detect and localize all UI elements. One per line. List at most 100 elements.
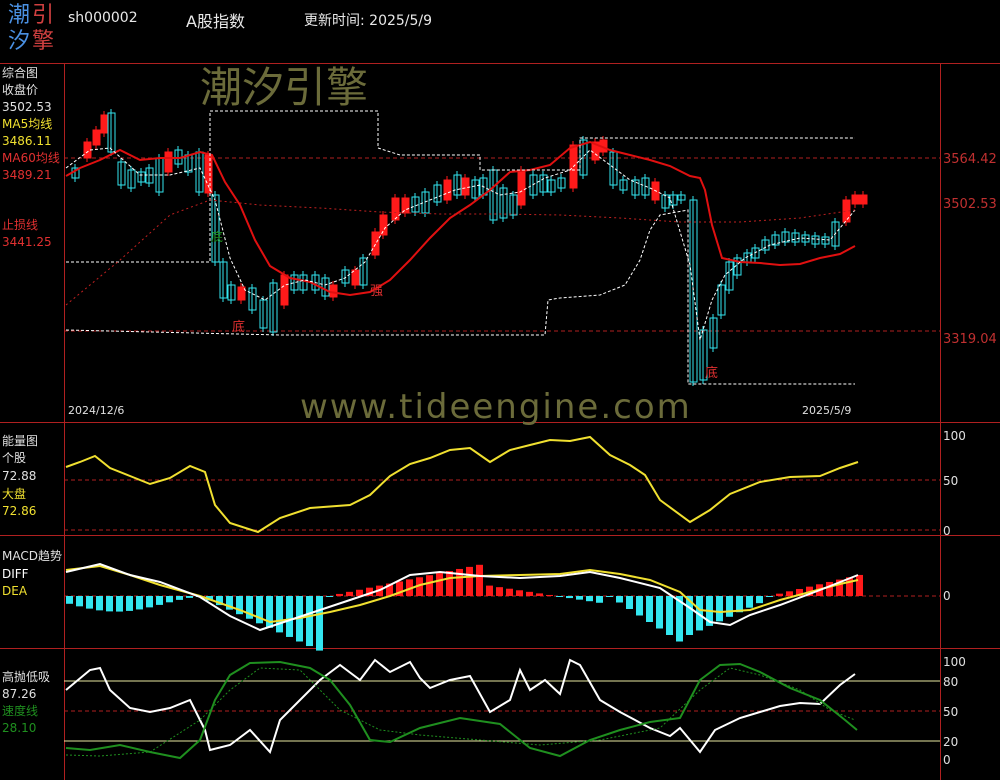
stock-energy-label: 个股: [2, 451, 27, 465]
macd-bar: [486, 585, 493, 596]
ma5-value: 3486.11: [2, 134, 52, 148]
energy-axis-0: 0: [943, 524, 951, 538]
stock-energy-value: 72.88: [2, 469, 37, 483]
macd-bar: [526, 591, 533, 596]
macd-bar: [466, 566, 473, 596]
macd-bar: [176, 596, 183, 600]
energy-chart: [65, 435, 859, 534]
candle: [859, 194, 868, 205]
macd-bar: [286, 596, 293, 637]
macd-bar: [136, 596, 143, 610]
macd-bar: [516, 590, 523, 596]
macd-bar: [576, 596, 583, 600]
speed-value: 28.10: [2, 721, 37, 735]
hilo-chart: [65, 658, 858, 760]
macd-bar: [496, 587, 503, 596]
ma60-label: MA60均线: [2, 151, 60, 165]
bottom-marker-2: 底: [705, 366, 719, 381]
macd-bar: [336, 593, 343, 596]
macd-bar: [146, 596, 153, 608]
macd-bar: [786, 591, 793, 596]
macd-bar: [326, 596, 333, 597]
macd-bar: [96, 596, 103, 611]
macd-bar: [126, 596, 133, 611]
macd-bar: [566, 596, 573, 599]
macd-bar: [156, 596, 163, 605]
candle: [280, 274, 289, 306]
macd-bar: [726, 596, 733, 617]
hilo-axis-80: 80: [943, 675, 959, 689]
axis-label-low: 3319.04: [943, 332, 997, 347]
watermark-brand: 潮汐引擎: [200, 63, 368, 112]
market-energy-value: 72.86: [2, 504, 37, 518]
speed-line: [65, 660, 858, 760]
macd-bar: [186, 596, 193, 598]
macd-bar: [616, 596, 623, 603]
stop-loss-line: [65, 199, 856, 306]
macd-bar: [546, 594, 553, 596]
strong-marker: 强: [370, 284, 384, 299]
candle: [391, 197, 400, 221]
macd-bar: [756, 596, 763, 604]
macd-bar: [166, 596, 173, 603]
main-price-chart: [65, 109, 868, 386]
stop-loss-value: 3441.25: [2, 235, 52, 249]
energy-stock-line: [65, 435, 859, 534]
macd-bar: [656, 596, 663, 629]
macd-bar: [306, 596, 313, 647]
stop-loss-label: 止损线: [2, 218, 39, 232]
candle: [237, 286, 246, 301]
macd-bar: [446, 571, 453, 596]
candle: [351, 269, 360, 286]
date-end: 2025/5/9: [802, 404, 852, 417]
macd-bar: [316, 596, 323, 651]
candle: [83, 141, 92, 159]
macd-bar: [476, 564, 483, 596]
macd-bar: [106, 596, 113, 612]
macd-panel-title: MACD趋势: [2, 549, 62, 563]
macd-bar: [556, 596, 563, 597]
macd-bar: [596, 596, 603, 603]
hilo-axis-50: 50: [943, 705, 959, 719]
main-panel-title: 综合图: [2, 66, 39, 80]
macd-bar: [776, 593, 783, 596]
energy-panel-title: 能量图: [2, 434, 39, 448]
macd-bar: [116, 596, 123, 612]
energy-axis-100: 100: [943, 429, 966, 443]
candle: [401, 197, 410, 214]
macd-bar: [86, 596, 93, 609]
stock-chart-canvas[interactable]: 潮汐引擎 www.tideengine.com: [0, 0, 1000, 780]
watermark-url: www.tideengine.com: [300, 387, 692, 427]
macd-bar: [826, 581, 833, 596]
hilo-axis-0: 0: [943, 753, 951, 767]
macd-axis-0: 0: [943, 589, 951, 603]
hilo-value: 87.26: [2, 687, 37, 701]
close-value: 3502.53: [2, 100, 52, 114]
macd-bar: [746, 596, 753, 608]
dea-label: DEA: [2, 584, 28, 598]
close-label: 收盘价: [2, 83, 39, 97]
macd-bar: [606, 596, 613, 597]
date-start: 2024/12/6: [68, 404, 125, 417]
candle: [371, 231, 380, 256]
bottom-marker-3: 底: [211, 230, 224, 244]
macd-bar: [646, 596, 653, 622]
macd-bar: [636, 596, 643, 616]
macd-bar: [536, 593, 543, 596]
candle: [329, 284, 338, 298]
candle: [379, 214, 388, 236]
candle: [851, 194, 860, 205]
macd-bar: [266, 596, 273, 628]
macd-bar: [856, 574, 863, 596]
market-energy-label: 大盘: [2, 487, 27, 501]
hilo-panel-title: 高抛低吸: [2, 670, 51, 684]
axis-label-close: 3502.53: [943, 197, 997, 212]
macd-bar: [626, 596, 633, 609]
macd-bar: [766, 596, 773, 597]
candle: [517, 169, 526, 206]
macd-bar: [346, 591, 353, 596]
macd-bar: [586, 596, 593, 602]
energy-axis-50: 50: [943, 474, 959, 488]
candle: [461, 177, 470, 196]
candle: [92, 129, 101, 146]
